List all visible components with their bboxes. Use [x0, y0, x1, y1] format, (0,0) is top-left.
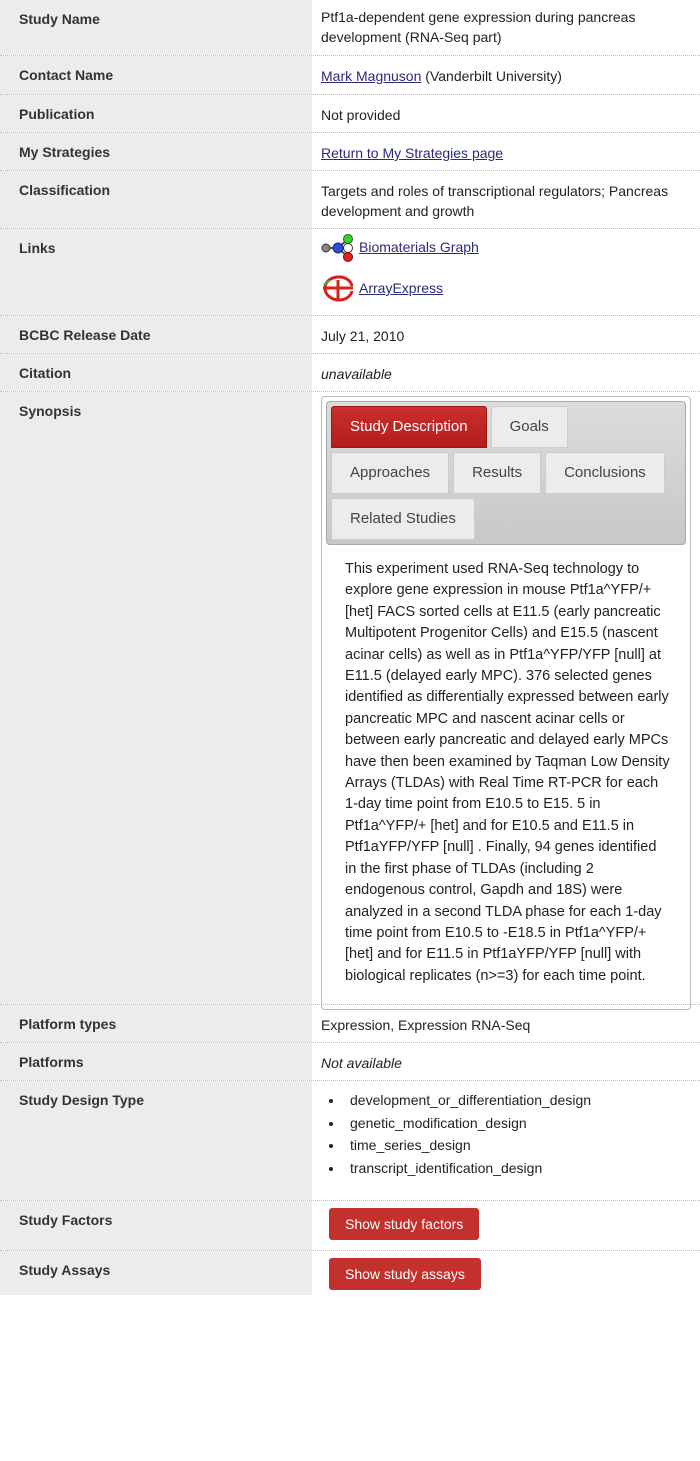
synopsis-description-text: This experiment used RNA-Seq technology … — [345, 561, 670, 984]
tab-study-description[interactable]: Study Description — [331, 406, 487, 448]
release-date-value: July 21, 2010 — [321, 328, 405, 344]
platforms-value: Not available — [321, 1055, 402, 1071]
label-study-factors: Study Factors — [0, 1201, 312, 1250]
label-study-design-type: Study Design Type — [0, 1081, 312, 1200]
tab-row-2: Approaches Results Conclusions — [331, 452, 681, 498]
tab-related-studies[interactable]: Related Studies — [331, 498, 475, 540]
show-study-factors-button[interactable]: Show study factors — [329, 1208, 480, 1240]
platform-types-value: Expression, Expression RNA-Seq — [321, 1017, 531, 1033]
row-study-assays: Study Assays Show study assays — [0, 1251, 700, 1295]
row-classification: Classification Targets and roles of tran… — [0, 171, 700, 229]
study-assays-value: Show study assays — [312, 1251, 700, 1295]
return-to-strategies-link[interactable]: Return to My Strategies page — [321, 145, 503, 161]
biomaterials-graph-link[interactable]: Biomaterials Graph — [359, 237, 479, 257]
tab-conclusions[interactable]: Conclusions — [545, 452, 665, 494]
contact-org: (Vanderbilt University) — [421, 68, 562, 84]
tab-goals[interactable]: Goals — [490, 406, 568, 448]
label-release-date: BCBC Release Date — [0, 316, 312, 353]
row-citation: Citation unavailable — [0, 354, 700, 392]
study-details-table: Study Name Ptf1a-dependent gene expressi… — [0, 0, 700, 1295]
classification-value: Targets and roles of transcriptional reg… — [321, 183, 669, 219]
tab-row-1: Study Description Goals — [331, 406, 681, 452]
row-publication: Publication Not provided — [0, 95, 700, 133]
citation-value: unavailable — [321, 366, 392, 382]
study-factors-value: Show study factors — [312, 1201, 700, 1250]
design-type-list: development_or_differentiation_design ge… — [321, 1089, 700, 1179]
synopsis-value: Study Description Goals Approaches Resul… — [312, 392, 700, 1011]
biomaterials-link-line: Biomaterials Graph — [321, 231, 700, 263]
publication-value: Not provided — [321, 107, 401, 123]
label-links: Links — [0, 229, 312, 315]
list-item: genetic_modification_design — [344, 1112, 700, 1135]
list-item: transcript_identification_design — [344, 1157, 700, 1180]
row-synopsis: Synopsis Study Description Goals Approac… — [0, 392, 700, 1011]
row-release-date: BCBC Release Date July 21, 2010 — [0, 316, 700, 354]
biomaterials-graph-icon — [321, 234, 353, 262]
arrayexpress-icon — [323, 275, 354, 302]
tab-approaches[interactable]: Approaches — [331, 452, 450, 494]
contact-name-link[interactable]: Mark Magnuson — [321, 68, 421, 84]
row-study-name: Study Name Ptf1a-dependent gene expressi… — [0, 0, 700, 56]
row-strategies: My Strategies Return to My Strategies pa… — [0, 133, 700, 171]
label-study-assays: Study Assays — [0, 1251, 312, 1295]
row-platform-types: Platform types Expression, Expression RN… — [0, 1005, 700, 1043]
row-study-factors: Study Factors Show study factors — [0, 1201, 700, 1251]
label-publication: Publication — [0, 95, 312, 132]
label-classification: Classification — [0, 171, 312, 228]
label-contact: Contact Name — [0, 56, 312, 94]
list-item: time_series_design — [344, 1134, 700, 1157]
label-platform-types: Platform types — [0, 1005, 312, 1042]
show-study-assays-button[interactable]: Show study assays — [329, 1258, 481, 1290]
contact-value: Mark Magnuson (Vanderbilt University) — [312, 56, 700, 94]
label-study-name: Study Name — [0, 0, 312, 55]
row-links: Links Biomaterials Graph ArrayExpress — [0, 229, 700, 316]
row-platforms: Platforms Not available — [0, 1043, 700, 1081]
arrayexpress-link-line: ArrayExpress — [321, 272, 700, 304]
label-citation: Citation — [0, 354, 312, 391]
row-contact: Contact Name Mark Magnuson (Vanderbilt U… — [0, 56, 700, 95]
study-name-value: Ptf1a-dependent gene expression during p… — [321, 9, 636, 45]
strategies-value: Return to My Strategies page — [312, 133, 700, 170]
tab-row-3: Related Studies — [331, 498, 681, 544]
synopsis-tabs-panel: Study Description Goals Approaches Resul… — [321, 396, 691, 1011]
row-study-design-type: Study Design Type development_or_differe… — [0, 1081, 700, 1201]
arrayexpress-link[interactable]: ArrayExpress — [359, 278, 443, 298]
label-platforms: Platforms — [0, 1043, 312, 1080]
tab-results[interactable]: Results — [453, 452, 542, 494]
synopsis-tab-bar: Study Description Goals Approaches Resul… — [326, 401, 686, 545]
links-value: Biomaterials Graph ArrayExpress — [312, 229, 700, 315]
label-synopsis: Synopsis — [0, 392, 312, 1004]
study-design-value: development_or_differentiation_design ge… — [312, 1081, 700, 1200]
label-strategies: My Strategies — [0, 133, 312, 170]
list-item: development_or_differentiation_design — [344, 1089, 700, 1112]
